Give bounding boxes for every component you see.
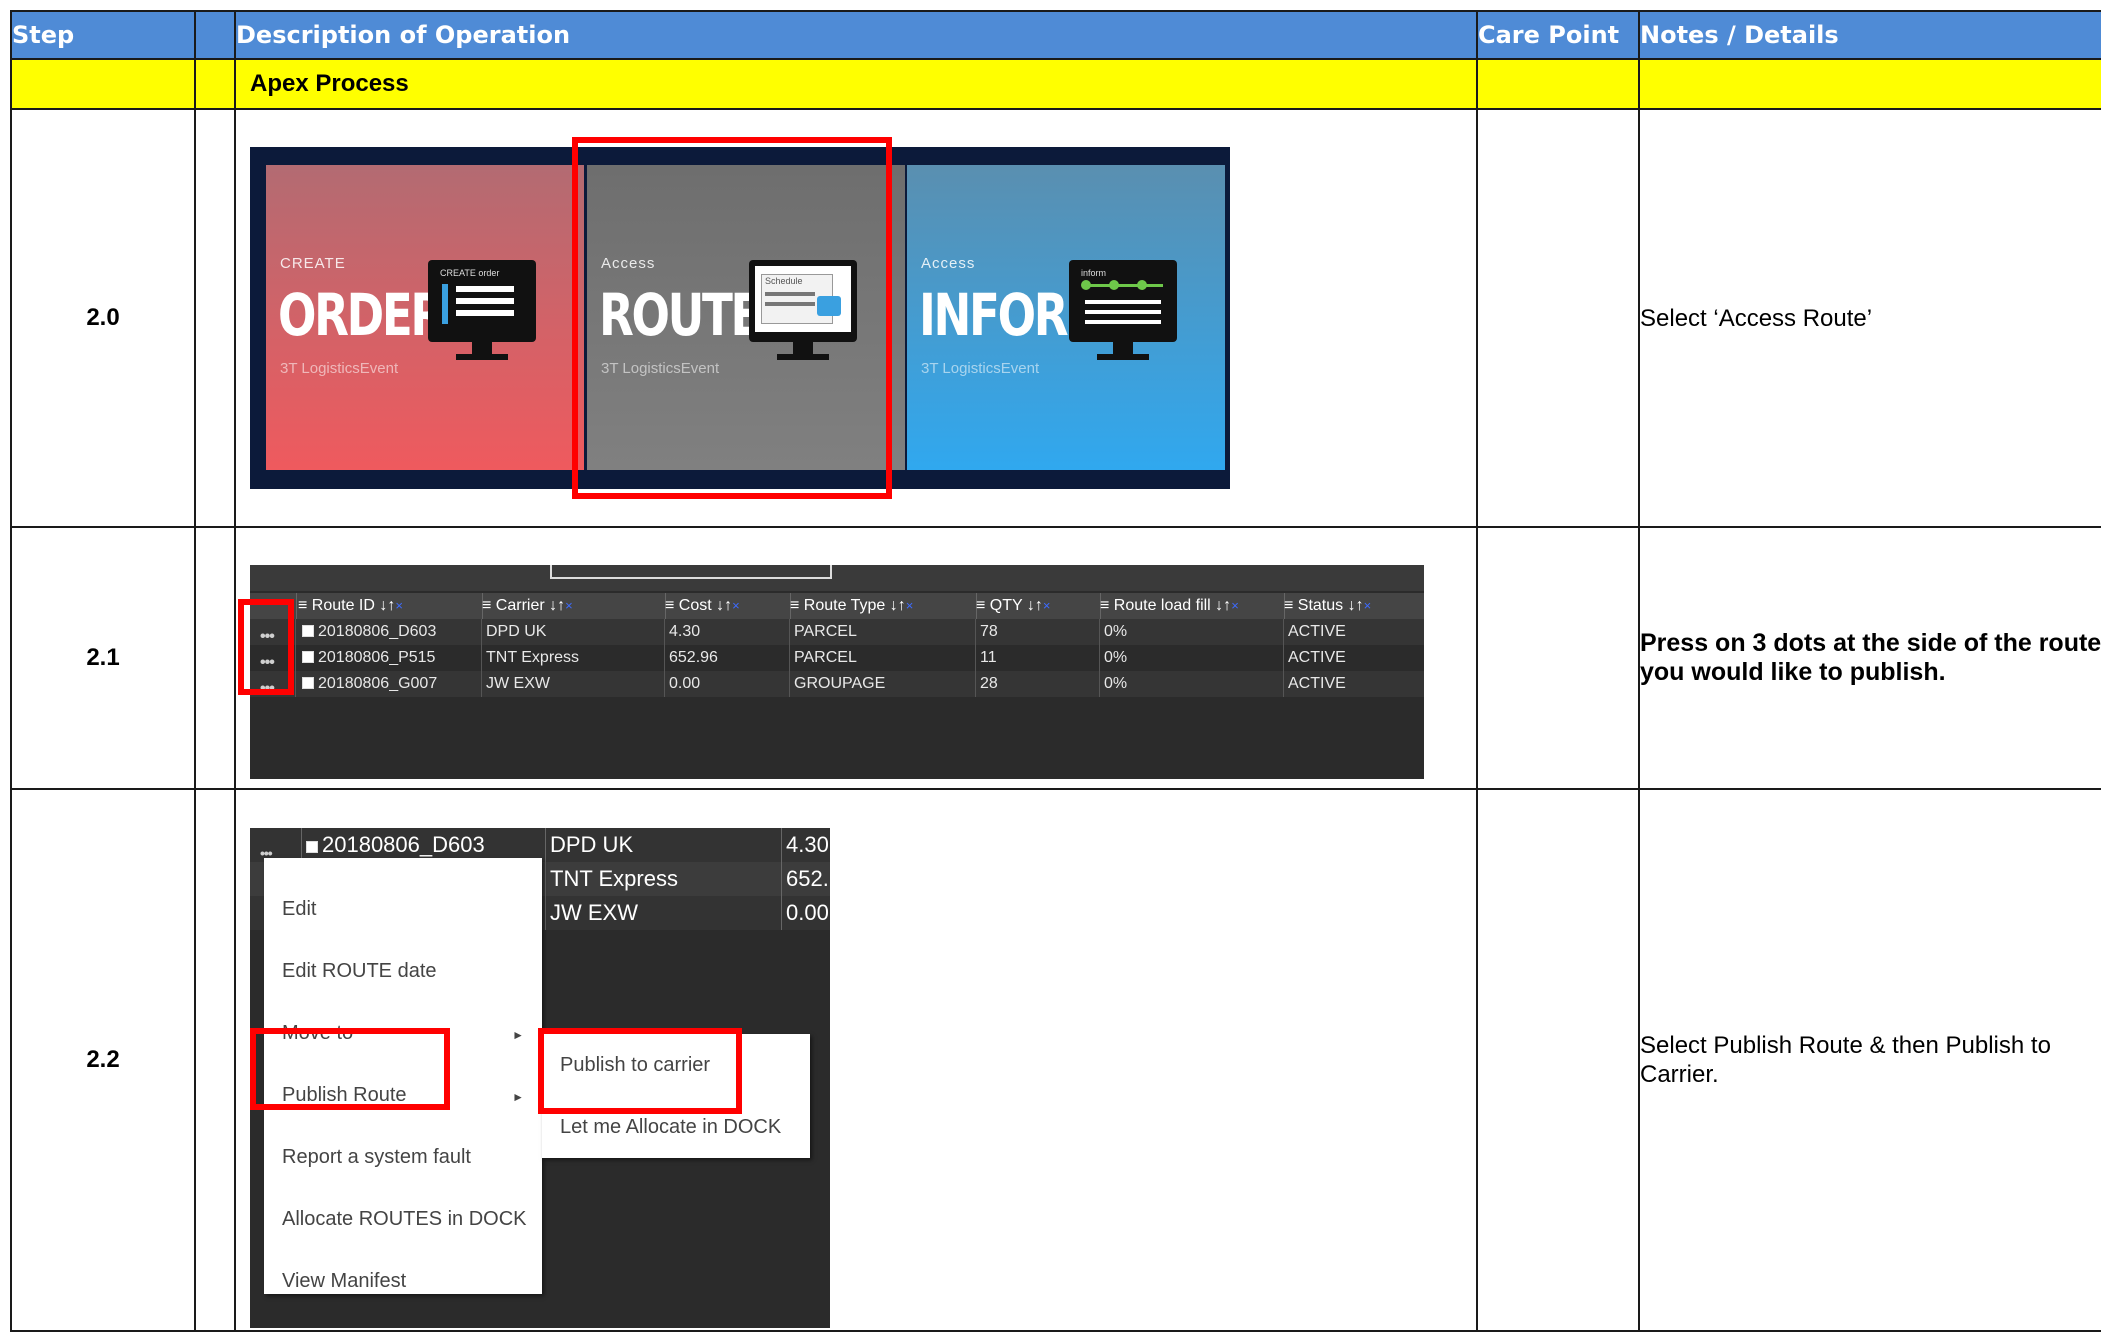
header-care-point: Care Point — [1476, 10, 1640, 60]
column-header[interactable]: ≡ Cost ↓↑× — [665, 593, 791, 619]
table-row: ••• 20180806_G007 JW EXW 0.00 GROUPAGE 2… — [250, 671, 1424, 697]
submenu-arrow-icon: ► — [512, 1028, 524, 1042]
menu-item-allocate-routes[interactable]: Allocate ROUTES in DOCK — [282, 1208, 527, 1231]
step-notes: Select Publish Route & then Publish to C… — [1638, 788, 2101, 1332]
tile-big-label: ORDER — [278, 281, 445, 349]
header-row: Step Description of Operation Care Point… — [10, 10, 2101, 60]
table-row: ••• 20180806_D603 DPD UK 4.30 PARCEL 78 … — [250, 619, 1424, 645]
column-header[interactable]: ≡ Status ↓↑× — [1284, 593, 1424, 619]
step-row-2-1: 2.1 ≡ Route ID ↓↑× ≡ Carrier ↓↑× ≡ Cost … — [10, 526, 2101, 790]
tile-access-inform[interactable]: Access INFORM 3T LogisticsEvent inform — [907, 165, 1225, 470]
header-description: Description of Operation — [234, 10, 1478, 60]
step-illustration: ••• 20180806_D603 DPD UK 4.30 TNT Expres… — [234, 788, 1478, 1332]
step-row-2-0: 2.0 CREATE ORDER 3T LogisticsEvent CREAT… — [10, 108, 2101, 528]
step-illustration: ≡ Route ID ↓↑× ≡ Carrier ↓↑× ≡ Cost ↓↑× … — [234, 526, 1478, 790]
submenu-arrow-icon: ► — [512, 1090, 524, 1104]
step-notes: Press on 3 dots at the side of the route… — [1638, 526, 2101, 790]
menu-item-edit[interactable]: Edit — [282, 898, 316, 921]
column-header[interactable]: ≡ Route load fill ↓↑× — [1100, 593, 1285, 619]
app-launcher-screenshot: CREATE ORDER 3T LogisticsEvent CREATE or… — [250, 137, 1230, 499]
tile-small-label: CREATE — [280, 255, 346, 272]
highlight-box — [538, 1028, 742, 1114]
tile-footer: 3T LogisticsEvent — [921, 360, 1040, 377]
step-number: 2.2 — [10, 788, 196, 1332]
menu-item-allocate-in-dock[interactable]: Let me Allocate in DOCK — [560, 1116, 781, 1139]
screen-label: CREATE order — [440, 268, 500, 278]
step-row-2-2: 2.2 ••• 20180806_D603 DPD UK 4.30 TNT Ex… — [10, 788, 2101, 1332]
step-number: 2.0 — [10, 108, 196, 528]
highlight-box — [572, 137, 892, 499]
column-header[interactable]: ≡ Carrier ↓↑× — [482, 593, 666, 619]
menu-item-report-fault[interactable]: Report a system fault — [282, 1146, 471, 1169]
header-step: Step — [10, 10, 196, 60]
monitor-icon: inform — [1069, 260, 1177, 360]
tile-small-label: Access — [921, 255, 976, 272]
route-grid-screenshot: ≡ Route ID ↓↑× ≡ Carrier ↓↑× ≡ Cost ↓↑× … — [238, 565, 1424, 779]
tile-footer: 3T LogisticsEvent — [280, 360, 399, 377]
step-notes: Select ‘Access Route’ — [1638, 108, 2101, 528]
procedure-document: Step Description of Operation Care Point… — [10, 10, 2101, 1332]
highlight-box — [250, 1028, 450, 1110]
grid-header-row: ≡ Route ID ↓↑× ≡ Carrier ↓↑× ≡ Cost ↓↑× … — [250, 593, 1424, 620]
highlight-box — [238, 599, 294, 695]
table-row: ••• 20180806_D603 DPD UK 4.30 — [250, 828, 830, 862]
column-header[interactable]: ≡ Route Type ↓↑× — [790, 593, 977, 619]
step-illustration: CREATE ORDER 3T LogisticsEvent CREATE or… — [234, 108, 1478, 528]
procedure-table: Step Description of Operation Care Point… — [10, 10, 2101, 1332]
column-header[interactable]: ≡ QTY ↓↑× — [976, 593, 1101, 619]
table-row: ••• 20180806_P515 TNT Express 652.96 PAR… — [250, 645, 1424, 671]
screen-label: inform — [1081, 268, 1107, 278]
menu-item-edit-route-date[interactable]: Edit ROUTE date — [282, 960, 437, 983]
section-title: Apex Process — [234, 58, 1478, 110]
monitor-icon: CREATE order — [428, 260, 536, 360]
step-number: 2.1 — [10, 526, 196, 790]
tile-create-order[interactable]: CREATE ORDER 3T LogisticsEvent CREATE or… — [266, 165, 584, 470]
context-menu-screenshot: ••• 20180806_D603 DPD UK 4.30 TNT Expres… — [250, 828, 830, 1328]
column-header[interactable]: ≡ Route ID ↓↑× — [298, 593, 483, 619]
menu-item-view-manifest[interactable]: View Manifest — [282, 1270, 406, 1293]
row-menu-dots-icon[interactable]: ••• — [250, 828, 302, 862]
header-blank — [194, 10, 236, 60]
header-notes: Notes / Details — [1638, 10, 2101, 60]
section-row: Apex Process — [10, 58, 2101, 110]
